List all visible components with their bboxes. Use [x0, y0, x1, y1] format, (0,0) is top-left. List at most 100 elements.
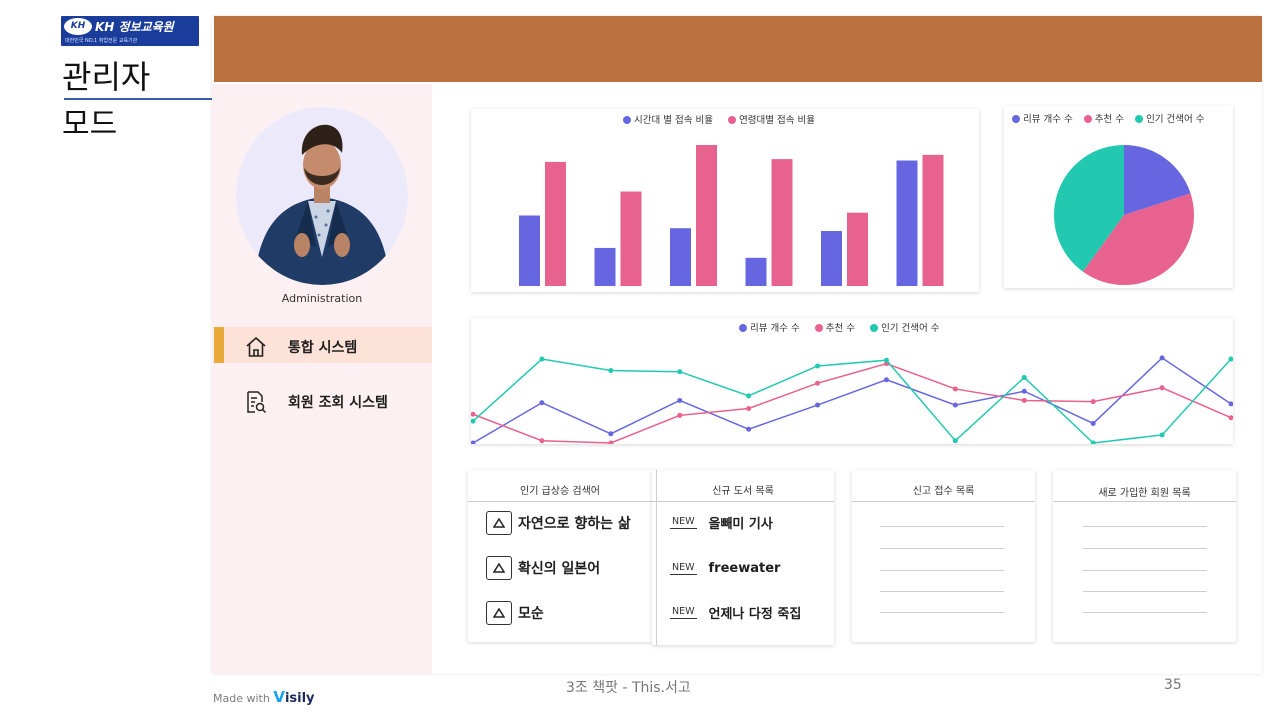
- sidebar-item-label: 회원 조회 시스템: [288, 395, 388, 411]
- bar-time-5: [821, 231, 842, 286]
- divider: [1053, 501, 1236, 502]
- line-point-1-3: [608, 431, 614, 437]
- pie-chart-card: 리뷰 개수 수 추천 수 인기 건색어 수: [1004, 106, 1233, 288]
- line-point-3-9: [1021, 374, 1027, 380]
- kh-logo-brand: KH 정보교육원: [95, 20, 174, 34]
- divider: [852, 501, 1035, 502]
- pie-chart: [1054, 145, 1194, 285]
- new-book-item[interactable]: NEW 언제나 다정 죽집: [670, 599, 801, 625]
- bar-time-4: [745, 257, 767, 286]
- new-members-panel: 새로 가입한 회원 목록: [1053, 470, 1236, 642]
- line-point-1-4: [677, 397, 683, 403]
- bar-age-3: [696, 145, 717, 286]
- line-point-2-9: [1021, 397, 1027, 403]
- line-point-1-1: [471, 440, 476, 444]
- line-point-3-7: [883, 357, 889, 363]
- new-members-panel-title: 새로 가입한 회원 목록: [1098, 488, 1191, 499]
- bar-time-1: [519, 215, 540, 286]
- empty-row: [880, 591, 1004, 592]
- new-book-item[interactable]: NEW freewater: [670, 555, 780, 581]
- slide-title-line1: 관리자: [62, 58, 151, 96]
- line-point-3-6: [815, 363, 821, 369]
- active-indicator: [214, 327, 224, 363]
- new-badge: NEW: [670, 561, 697, 575]
- trending-item[interactable]: 자연으로 향하는 삶: [486, 510, 631, 536]
- new-book-item[interactable]: NEW 올빼미 기사: [670, 509, 773, 535]
- bar-chart: [519, 145, 944, 286]
- line-point-3-5: [746, 393, 752, 399]
- bar-time-3: [670, 228, 691, 286]
- document-search-icon: [247, 391, 267, 414]
- line-point-1-5: [746, 426, 752, 432]
- line-point-2-2: [539, 438, 545, 444]
- visily-brand: isily: [284, 691, 315, 706]
- empty-row: [1083, 612, 1207, 613]
- bar-age-6: [922, 154, 944, 286]
- line-point-2-5: [746, 406, 752, 411]
- trending-keyword: 자연으로 향하는 삶: [518, 516, 631, 532]
- line-series-1: [472, 356, 1232, 444]
- new-book-title: 언제나 다정 죽집: [708, 606, 802, 622]
- divider: [468, 501, 652, 502]
- line-point-3-2: [539, 356, 545, 362]
- slide-title-line2: 모드: [62, 107, 118, 142]
- empty-row: [880, 548, 1004, 549]
- line-point-2-1: [471, 411, 476, 417]
- line-point-2-6: [815, 380, 821, 386]
- kh-logo-subtitle: 대한민국 NO.1 취업전문 교육기관: [65, 38, 138, 44]
- line-chart-card: 리뷰 개수 수 추천 수 인기 건색어 수: [471, 318, 1233, 444]
- line-point-2-4: [677, 412, 683, 418]
- empty-row: [1083, 548, 1207, 549]
- trending-up-icon: [486, 601, 512, 625]
- trending-keyword: 모순: [518, 606, 544, 622]
- kh-logo: KH KH 정보교육원 대한민국 NO.1 취업전문 교육기관: [61, 16, 199, 46]
- bar-time-6: [896, 160, 918, 286]
- avatar-person-illustration: [254, 124, 390, 285]
- line-series-2: [472, 362, 1232, 444]
- sidebar-item-integrated-system[interactable]: 통합 시스템: [214, 327, 432, 363]
- bar-time-2: [594, 247, 616, 286]
- line-point-1-11: [1159, 355, 1165, 361]
- bar-age-1: [545, 161, 566, 286]
- new-badge: NEW: [670, 515, 697, 529]
- line-point-1-9: [1021, 388, 1027, 394]
- reports-panel-title: 신고 접수 목록: [912, 486, 975, 497]
- new-books-panel: 신규 도서 목록 NEW 올빼미 기사 NEW freewater NEW 언제…: [652, 470, 834, 645]
- new-book-title: 올빼미 기사: [708, 516, 773, 532]
- made-with-visily: Made with Visily: [213, 688, 315, 706]
- made-with-label: Made with: [213, 692, 270, 705]
- trending-keyword: 확신의 일본어: [518, 561, 601, 577]
- sidebar-item-member-lookup[interactable]: 회원 조회 시스템: [214, 382, 432, 418]
- line-point-1-8: [952, 402, 958, 408]
- empty-row: [880, 612, 1004, 613]
- line-chart: [471, 355, 1233, 444]
- avatar: [236, 107, 408, 285]
- trending-item[interactable]: 모순: [486, 600, 544, 626]
- visily-mark: V: [273, 688, 285, 706]
- new-books-panel-title: 신규 도서 목록: [712, 486, 774, 497]
- line-point-2-11: [1159, 385, 1165, 391]
- new-badge: NEW: [670, 605, 697, 619]
- bar-age-5: [847, 212, 868, 286]
- empty-row: [880, 526, 1004, 527]
- bar-chart-card: 시간대 별 접속 비율 연령대별 접속 비율: [471, 109, 979, 292]
- empty-row: [1083, 526, 1207, 527]
- line-point-1-6: [815, 402, 821, 408]
- line-point-1-10: [1090, 420, 1096, 426]
- line-point-2-3: [608, 440, 614, 444]
- line-point-1-7: [883, 377, 889, 383]
- empty-row: [1083, 591, 1207, 592]
- line-point-3-4: [677, 369, 683, 375]
- home-icon: [246, 337, 266, 357]
- trending-item[interactable]: 확신의 일본어: [486, 555, 600, 581]
- line-point-2-12: [1228, 415, 1233, 421]
- top-bar: [214, 16, 1262, 82]
- sidebar-item-label: 통합 시스템: [288, 340, 358, 356]
- line-point-1-2: [539, 400, 545, 406]
- avatar-label: Administration: [281, 292, 363, 305]
- bar-age-4: [771, 159, 793, 286]
- page-number: 35: [1164, 677, 1182, 693]
- empty-row: [880, 570, 1004, 571]
- kh-logo-mark: KH: [64, 18, 92, 35]
- reports-panel: 신고 접수 목록: [852, 470, 1035, 642]
